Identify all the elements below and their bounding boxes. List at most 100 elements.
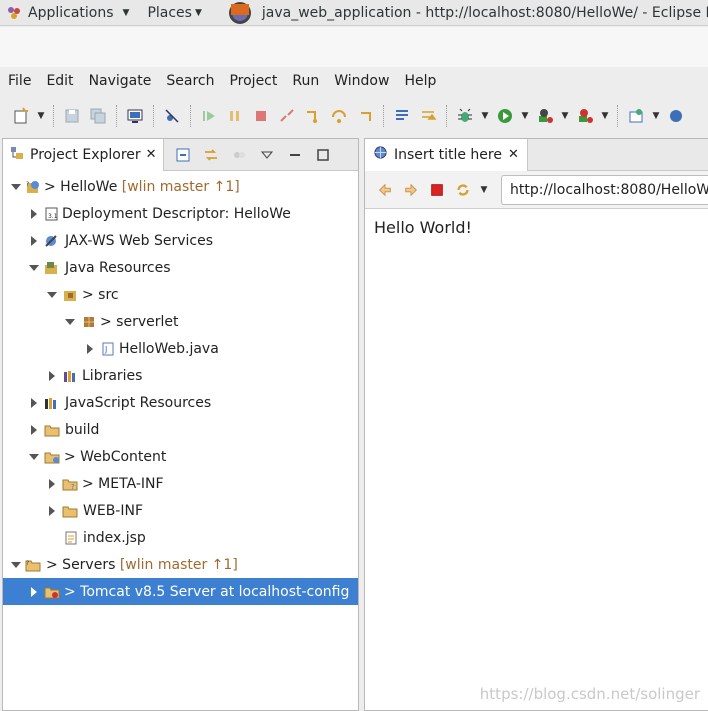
menu-help[interactable]: Help [404, 73, 436, 89]
chevron-down-icon[interactable]: ▼ [36, 111, 46, 121]
menu-file[interactable]: File [8, 73, 31, 89]
run-coverage-icon[interactable] [534, 105, 556, 127]
link-with-editor-icon[interactable] [202, 146, 220, 164]
tree-item-label: > Tomcat v8.5 Server at localhost-config [64, 583, 350, 600]
collapsed-arrow-icon[interactable] [29, 235, 39, 246]
drop-to-frame-icon[interactable] [417, 105, 439, 127]
menu-project[interactable]: Project [229, 73, 277, 89]
tree-item-label: index.jsp [83, 529, 146, 546]
tree-item-javascript-resources[interactable]: JavaScript Resources [3, 389, 358, 416]
use-step-filters-icon[interactable] [391, 105, 413, 127]
places-menu[interactable]: Places ▼ [147, 5, 201, 21]
console-icon[interactable] [124, 105, 146, 127]
tree-item-hellowe[interactable]: ? > HelloWe [wlin master ↑1] [3, 173, 358, 200]
minimize-icon[interactable] [286, 146, 304, 164]
menu-edit[interactable]: Edit [46, 73, 73, 89]
collapsed-arrow-icon[interactable] [29, 208, 39, 219]
expanded-arrow-icon[interactable] [65, 317, 75, 327]
suspend-icon[interactable] [224, 105, 246, 127]
collapsed-arrow-icon[interactable] [29, 424, 39, 435]
maximize-icon[interactable] [314, 146, 332, 164]
chevron-down-icon[interactable]: ▼ [480, 111, 490, 121]
collapse-all-icon[interactable] [174, 146, 192, 164]
menubar: File Edit Navigate Search Project Run Wi… [0, 67, 708, 95]
close-icon[interactable]: ✕ [508, 147, 519, 162]
chevron-down-icon[interactable]: ▼ [479, 185, 489, 195]
tab-project-explorer[interactable]: Project Explorer ✕ [3, 138, 164, 171]
step-over-icon[interactable] [328, 105, 350, 127]
disconnect-icon[interactable] [276, 105, 298, 127]
external-tools-icon[interactable] [574, 105, 596, 127]
stop-icon[interactable] [427, 180, 447, 200]
tree-item-jaxws[interactable]: JAX-WS Web Services [3, 227, 358, 254]
tree-item-build[interactable]: build [3, 416, 358, 443]
tree-item-webcontent[interactable]: > WebContent [3, 443, 358, 470]
chevron-down-icon[interactable]: ▼ [600, 111, 610, 121]
deployment-descriptor-icon: 3.1 [45, 207, 58, 220]
expanded-arrow-icon[interactable] [47, 290, 57, 300]
menu-search[interactable]: Search [166, 73, 214, 89]
url-field[interactable]: http://localhost:8080/HelloWe/ [501, 174, 708, 205]
servers-project-icon: ? [25, 560, 41, 571]
new-wizard-icon[interactable] [10, 105, 32, 127]
menu-navigate[interactable]: Navigate [89, 73, 152, 89]
collapsed-arrow-icon[interactable] [47, 478, 57, 489]
expanded-arrow-icon[interactable] [11, 560, 21, 570]
tree-item-helloweb-java[interactable]: J HelloWeb.java [3, 335, 358, 362]
collapsed-arrow-icon[interactable] [47, 505, 57, 516]
places-label: Places [147, 4, 192, 21]
chevron-down-icon[interactable]: ▼ [560, 111, 570, 121]
open-type-icon[interactable] [665, 105, 687, 127]
tree-item-web-inf[interactable]: WEB-INF [3, 497, 358, 524]
tree-item-label: > META-INF [82, 475, 164, 492]
expanded-arrow-icon[interactable] [11, 182, 21, 192]
chevron-down-icon[interactable]: ▼ [520, 111, 530, 121]
tree-item-java-resources[interactable]: Java Resources [3, 254, 358, 281]
menu-run[interactable]: Run [292, 73, 319, 89]
browser-header: Insert title here ✕ [365, 138, 708, 171]
project-explorer-view: Project Explorer ✕ ? > HelloWe [wlin mas… [2, 138, 359, 711]
view-menu-icon[interactable] [258, 146, 276, 164]
run-icon[interactable] [494, 105, 516, 127]
back-icon[interactable] [375, 180, 395, 200]
step-return-icon[interactable] [354, 105, 376, 127]
save-icon[interactable] [61, 105, 83, 127]
tree-item-servers[interactable]: ? > Servers [wlin master ↑1] [3, 551, 358, 578]
collapsed-arrow-icon[interactable] [29, 586, 39, 597]
tree-item-src[interactable]: > src [3, 281, 358, 308]
tab-project-explorer-label: Project Explorer [30, 146, 141, 163]
svg-text:J: J [104, 345, 107, 354]
tree-item-label: > Servers [46, 556, 116, 573]
folder-icon [44, 452, 60, 463]
debug-icon[interactable] [454, 105, 476, 127]
forward-icon[interactable] [401, 180, 421, 200]
tree-item-meta-inf[interactable]: ? > META-INF [3, 470, 358, 497]
refresh-icon[interactable] [453, 180, 473, 200]
tree-item-serverlet[interactable]: > serverlet [3, 308, 358, 335]
tree-item-tomcat-config[interactable]: > Tomcat v8.5 Server at localhost-config [3, 578, 358, 605]
focus-on-active-task-icon[interactable] [230, 146, 248, 164]
tree-item-deployment-descriptor[interactable]: 3.1 Deployment Descriptor: HelloWe [3, 200, 358, 227]
collapsed-arrow-icon[interactable] [47, 370, 57, 381]
folder-icon [62, 506, 78, 517]
applications-menu[interactable]: Applications ▼ [6, 5, 129, 21]
tree-item-libraries[interactable]: Libraries [3, 362, 358, 389]
close-icon[interactable]: ✕ [146, 147, 157, 162]
collapsed-arrow-icon[interactable] [29, 397, 39, 408]
step-into-icon[interactable] [302, 105, 324, 127]
tab-browser[interactable]: Insert title here ✕ [365, 138, 528, 171]
terminate-icon[interactable] [250, 105, 272, 127]
resume-icon[interactable] [198, 105, 220, 127]
skip-breakpoints-icon[interactable] [161, 105, 183, 127]
expanded-arrow-icon[interactable] [29, 263, 39, 273]
tree-item-index-jsp[interactable]: index.jsp [3, 524, 358, 551]
menu-window[interactable]: Window [334, 73, 389, 89]
collapsed-arrow-icon[interactable] [85, 343, 95, 354]
tree-item-label: build [65, 421, 100, 438]
gnome-top-bar: Applications ▼ Places ▼ java_web_applica… [0, 0, 708, 26]
expanded-arrow-icon[interactable] [29, 452, 39, 462]
chevron-down-icon[interactable]: ▼ [651, 111, 661, 121]
applications-icon [6, 5, 22, 21]
save-all-icon[interactable] [87, 105, 109, 127]
new-server-icon[interactable] [625, 105, 647, 127]
